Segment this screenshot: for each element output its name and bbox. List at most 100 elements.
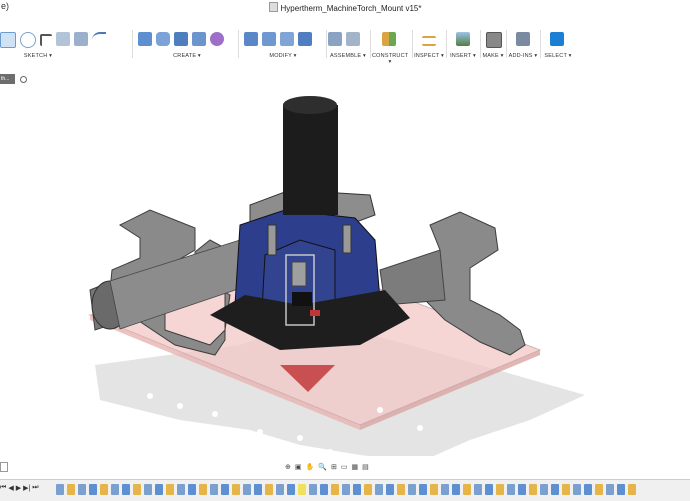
orbit-icon[interactable]: ⊕ [285, 463, 291, 471]
timeline-feature[interactable] [386, 484, 394, 495]
timeline-feature[interactable] [551, 484, 559, 495]
timeline-feature[interactable] [375, 484, 383, 495]
timeline-feature[interactable] [573, 484, 581, 495]
measure-icon[interactable] [422, 36, 436, 46]
select-label[interactable]: SELECT ▾ [542, 53, 574, 59]
timeline-feature[interactable] [177, 484, 185, 495]
grid-icon[interactable]: ▦ [351, 463, 358, 471]
timeline-feature[interactable] [562, 484, 570, 495]
timeline-feature[interactable] [430, 484, 438, 495]
timeline-feature[interactable] [441, 484, 449, 495]
timeline-feature[interactable] [265, 484, 273, 495]
project-icon[interactable] [74, 32, 88, 46]
timeline-feature[interactable] [419, 484, 427, 495]
timeline-feature[interactable] [452, 484, 460, 495]
fit-icon[interactable]: ⊞ [331, 463, 337, 471]
circle-icon[interactable] [20, 32, 36, 48]
timeline-feature[interactable] [56, 484, 64, 495]
rewind-icon[interactable]: ⏮ [0, 484, 6, 492]
sweep-icon[interactable] [174, 32, 188, 46]
timeline-feature[interactable] [606, 484, 614, 495]
timeline-feature[interactable] [507, 484, 515, 495]
timeline-feature[interactable] [342, 484, 350, 495]
timeline-feature[interactable] [309, 484, 317, 495]
insert-image-icon[interactable] [456, 32, 470, 46]
fillet-icon[interactable] [262, 32, 276, 46]
addins-label[interactable]: ADD-INS ▾ [508, 53, 538, 59]
press-pull-icon[interactable] [244, 32, 258, 46]
step-forward-icon[interactable]: ▶| [23, 484, 30, 492]
viewports-icon[interactable]: ▤ [362, 463, 369, 471]
timeline-feature[interactable] [133, 484, 141, 495]
timeline-feature[interactable] [397, 484, 405, 495]
offset-plane-icon[interactable] [382, 32, 396, 46]
timeline-feature[interactable] [298, 484, 306, 495]
timeline-feature[interactable] [584, 484, 592, 495]
line-icon[interactable] [40, 34, 52, 46]
timeline-feature[interactable] [617, 484, 625, 495]
joint-icon[interactable] [346, 32, 360, 46]
timeline-feature[interactable] [353, 484, 361, 495]
shell-icon[interactable] [298, 32, 312, 46]
timeline-feature[interactable] [232, 484, 240, 495]
pan-icon[interactable]: ✋ [306, 463, 315, 471]
timeline-feature[interactable] [595, 484, 603, 495]
play-icon[interactable]: ▶ [16, 484, 21, 492]
notification-icon[interactable] [0, 462, 8, 472]
timeline-feature[interactable] [518, 484, 526, 495]
timeline-feature[interactable] [474, 484, 482, 495]
zoom-icon[interactable]: 🔍 [318, 463, 327, 471]
extrude-icon[interactable] [138, 32, 152, 46]
timeline-feature[interactable] [243, 484, 251, 495]
make-label[interactable]: MAKE ▾ [482, 53, 504, 59]
timeline-feature[interactable] [628, 484, 636, 495]
loft-icon[interactable] [192, 32, 206, 46]
forward-icon[interactable]: ⏭ [32, 484, 38, 492]
sketch-label[interactable]: SKETCH ▾ [0, 53, 76, 59]
revolve-icon[interactable] [156, 32, 170, 46]
display-settings-icon[interactable]: ▭ [341, 463, 348, 471]
timeline-feature[interactable] [188, 484, 196, 495]
3d-print-icon[interactable] [486, 32, 502, 48]
timeline-feature[interactable] [287, 484, 295, 495]
timeline-feature[interactable] [364, 484, 372, 495]
new-component-icon[interactable] [328, 32, 342, 46]
create-label[interactable]: CREATE ▾ [138, 53, 236, 59]
timeline-feature[interactable] [320, 484, 328, 495]
timeline-feature[interactable] [331, 484, 339, 495]
timeline-feature[interactable] [540, 484, 548, 495]
modify-label[interactable]: MODIFY ▾ [244, 53, 322, 59]
mirror-icon[interactable] [56, 32, 70, 46]
timeline-feature[interactable] [496, 484, 504, 495]
look-at-icon[interactable]: ▣ [295, 463, 302, 471]
timeline-feature[interactable] [254, 484, 262, 495]
timeline-feature[interactable] [89, 484, 97, 495]
timeline-feature[interactable] [144, 484, 152, 495]
timeline-feature[interactable] [463, 484, 471, 495]
timeline-feature[interactable] [100, 484, 108, 495]
inspect-label[interactable]: INSPECT ▾ [414, 53, 444, 59]
timeline-feature[interactable] [529, 484, 537, 495]
timeline-feature[interactable] [221, 484, 229, 495]
timeline-feature[interactable] [122, 484, 130, 495]
timeline-feature[interactable] [199, 484, 207, 495]
timeline-feature[interactable] [155, 484, 163, 495]
timeline-feature[interactable] [210, 484, 218, 495]
create-sketch-icon[interactable] [0, 32, 16, 48]
select-arrow-icon[interactable] [550, 32, 564, 46]
timeline-feature[interactable] [78, 484, 86, 495]
timeline-feature[interactable] [111, 484, 119, 495]
chamfer-icon[interactable] [280, 32, 294, 46]
timeline-feature[interactable] [485, 484, 493, 495]
3d-viewport[interactable] [0, 64, 690, 456]
arc-icon[interactable] [92, 32, 106, 48]
assemble-label[interactable]: ASSEMBLE ▾ [328, 53, 368, 59]
scripts-icon[interactable] [516, 32, 530, 46]
timeline-feature[interactable] [166, 484, 174, 495]
insert-label[interactable]: INSERT ▾ [448, 53, 478, 59]
pattern-icon[interactable] [210, 32, 224, 46]
timeline-feature[interactable] [276, 484, 284, 495]
step-back-icon[interactable]: ◀ [8, 484, 13, 492]
timeline-feature[interactable] [67, 484, 75, 495]
timeline-feature[interactable] [408, 484, 416, 495]
